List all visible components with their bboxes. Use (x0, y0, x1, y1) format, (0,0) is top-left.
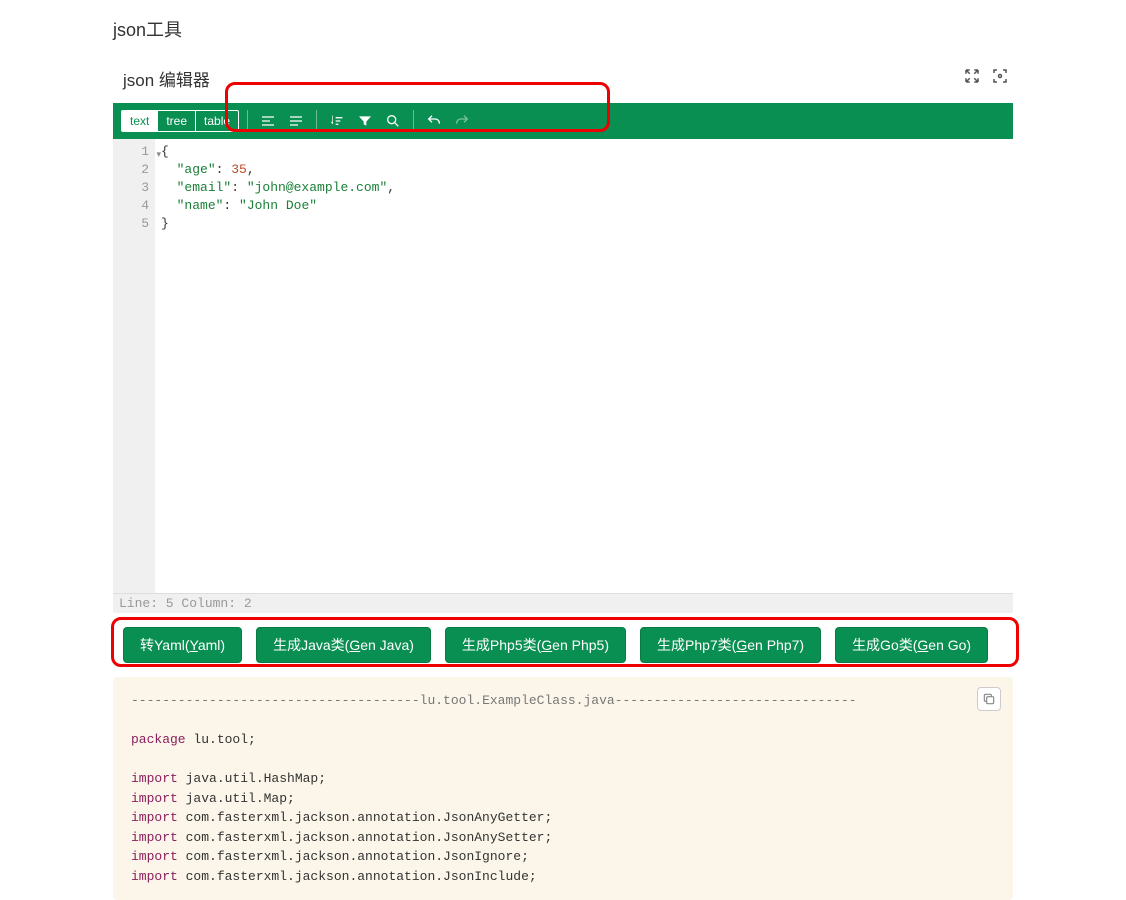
gen-php5-button[interactable]: 生成Php5类(Gen Php5) (445, 627, 626, 663)
convert-yaml-button[interactable]: 转Yaml(Yaml) (123, 627, 242, 663)
editor-title: json 编辑器 (123, 66, 210, 91)
gen-java-button[interactable]: 生成Java类(Gen Java) (256, 627, 431, 663)
editor-toolbar: text tree table (113, 103, 1013, 139)
code-editor[interactable]: 1▾2345 { "age": 35, "email": "john@examp… (113, 139, 1013, 594)
mode-switcher: text tree table (121, 110, 239, 132)
output-header: -------------------------------------lu.… (131, 691, 995, 711)
compact-icon[interactable] (284, 109, 308, 133)
search-icon[interactable] (381, 109, 405, 133)
expand-icon[interactable] (963, 67, 981, 90)
format-icon[interactable] (256, 109, 280, 133)
mode-tree-button[interactable]: tree (157, 111, 195, 131)
line-gutter: 1▾2345 (113, 139, 155, 593)
undo-icon[interactable] (422, 109, 446, 133)
mode-text-button[interactable]: text (122, 111, 157, 131)
actions-row: 转Yaml(Yaml) 生成Java类(Gen Java) 生成Php5类(Ge… (113, 613, 1013, 677)
gen-php7-button[interactable]: 生成Php7类(Gen Php7) (640, 627, 821, 663)
page-title: json工具 (113, 8, 1013, 58)
focus-icon[interactable] (991, 67, 1009, 90)
editor-statusbar: Line: 5 Column: 2 (113, 594, 1013, 613)
filter-icon[interactable] (353, 109, 377, 133)
sort-icon[interactable] (325, 109, 349, 133)
code-area[interactable]: { "age": 35, "email": "john@example.com"… (155, 139, 1013, 593)
output-panel: -------------------------------------lu.… (113, 677, 1013, 900)
redo-icon[interactable] (450, 109, 474, 133)
mode-table-button[interactable]: table (195, 111, 238, 131)
package-line: package lu.tool; (131, 730, 995, 750)
imports-block: import java.util.HashMap;import java.uti… (131, 769, 995, 886)
gen-go-button[interactable]: 生成Go类(Gen Go) (835, 627, 988, 663)
copy-icon[interactable] (977, 687, 1001, 711)
